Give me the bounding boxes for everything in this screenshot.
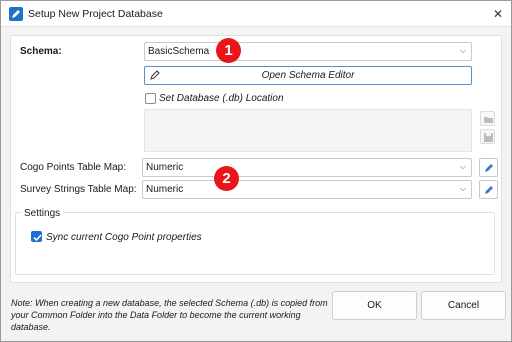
title-bar: Setup New Project Database ✕ — [1, 1, 511, 27]
chevron-down-icon: ⌵ — [459, 184, 466, 193]
cogo-map-value: Numeric — [146, 162, 184, 173]
cogo-map-label: Cogo Points Table Map: — [20, 162, 126, 173]
check-icon — [33, 234, 42, 242]
ok-button[interactable]: OK — [332, 291, 417, 320]
dialog-window: Setup New Project Database ✕ Schema: Bas… — [0, 0, 512, 342]
annotation-badge-1: 1 — [216, 38, 241, 63]
survey-map-dropdown[interactable]: Numeric ⌵ — [142, 180, 472, 199]
chevron-down-icon: ⌵ — [459, 162, 466, 171]
set-location-checkbox[interactable] — [145, 93, 156, 104]
sync-cogo-label: Sync current Cogo Point properties — [46, 232, 202, 243]
sync-cogo-checkbox[interactable] — [31, 231, 42, 242]
window-title: Setup New Project Database — [28, 8, 163, 20]
set-location-label: Set Database (.db) Location — [159, 93, 284, 104]
save-icon[interactable] — [480, 129, 495, 144]
settings-group — [15, 212, 495, 275]
survey-map-label: Survey Strings Table Map: — [20, 184, 137, 195]
pencil-icon — [485, 186, 493, 194]
schema-dropdown[interactable]: BasicSchema ⌵ — [144, 42, 472, 61]
folder-icon[interactable] — [480, 111, 495, 126]
open-schema-editor-label: Open Schema Editor — [261, 70, 355, 81]
open-schema-editor-button[interactable]: Open Schema Editor — [144, 66, 472, 85]
annotation-badge-2: 2 — [214, 166, 239, 191]
survey-map-value: Numeric — [146, 184, 184, 195]
cogo-map-dropdown[interactable]: Numeric ⌵ — [142, 158, 472, 177]
pencil-icon — [485, 164, 493, 172]
app-icon — [9, 7, 23, 21]
settings-group-title: Settings — [21, 208, 64, 219]
schema-value: BasicSchema — [148, 46, 210, 57]
chevron-down-icon: ⌵ — [459, 46, 466, 55]
cancel-button[interactable]: Cancel — [421, 291, 506, 320]
edit-cogo-map-button[interactable] — [479, 158, 498, 177]
schema-label: Schema: — [20, 46, 62, 57]
close-icon[interactable]: ✕ — [489, 5, 507, 23]
database-location-area — [144, 109, 472, 152]
edit-survey-map-button[interactable] — [479, 180, 498, 199]
footer-note: Note: When creating a new database, the … — [11, 298, 328, 332]
